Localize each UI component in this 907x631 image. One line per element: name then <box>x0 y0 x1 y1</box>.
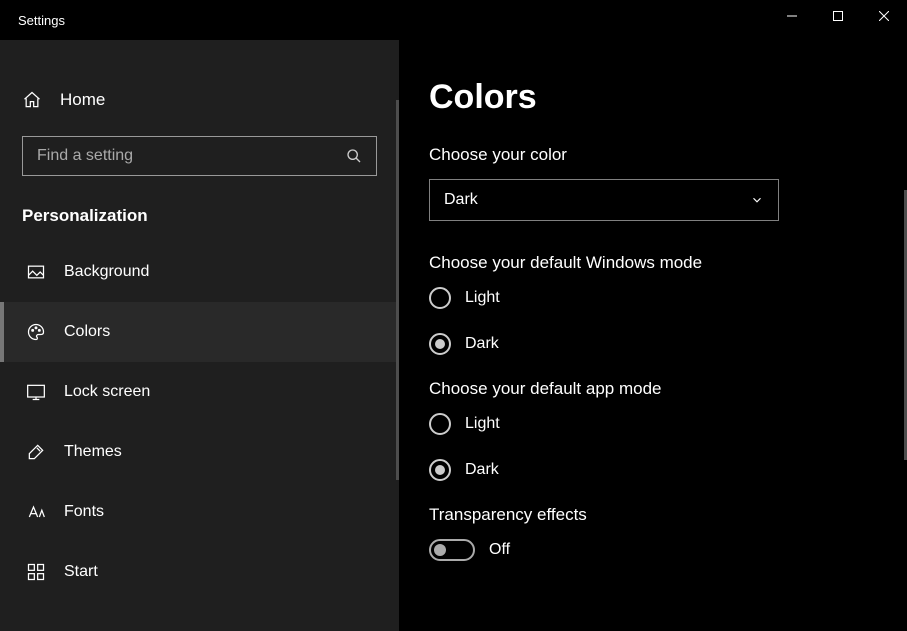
choose-color-label: Choose your color <box>429 145 877 165</box>
window-controls <box>769 0 907 32</box>
start-icon <box>26 562 46 582</box>
sidebar-item-background[interactable]: Background <box>0 242 399 302</box>
sidebar-item-themes[interactable]: Themes <box>0 422 399 482</box>
image-icon <box>26 262 46 282</box>
sidebar-item-fonts[interactable]: Fonts <box>0 482 399 542</box>
app-mode-label: Choose your default app mode <box>429 379 877 399</box>
maximize-button[interactable] <box>815 0 861 32</box>
sidebar-item-label: Colors <box>64 323 110 341</box>
sidebar-item-label: Themes <box>64 443 122 461</box>
radio-icon <box>429 333 451 355</box>
radio-icon <box>429 459 451 481</box>
sidebar-item-lock-screen[interactable]: Lock screen <box>0 362 399 422</box>
choose-color-value: Dark <box>444 191 478 209</box>
radio-label: Dark <box>465 461 499 479</box>
search-box[interactable] <box>22 136 377 176</box>
minimize-button[interactable] <box>769 0 815 32</box>
palette-icon <box>26 322 46 342</box>
close-icon <box>879 11 889 21</box>
transparency-value: Off <box>489 541 510 559</box>
windows-mode-dark[interactable]: Dark <box>429 333 877 355</box>
radio-label: Light <box>465 289 500 307</box>
transparency-toggle-row[interactable]: Off <box>429 539 877 561</box>
sidebar-category: Personalization <box>0 176 399 242</box>
home-icon <box>22 90 42 110</box>
sidebar-item-label: Lock screen <box>64 383 150 401</box>
page-title: Colors <box>429 78 877 117</box>
maximize-icon <box>833 11 843 21</box>
titlebar: Settings <box>0 0 907 40</box>
radio-icon <box>429 287 451 309</box>
chevron-down-icon <box>750 193 764 207</box>
content: Colors Choose your color Dark Choose you… <box>399 40 907 631</box>
choose-color-dropdown[interactable]: Dark <box>429 179 779 221</box>
windows-mode-light[interactable]: Light <box>429 287 877 309</box>
close-button[interactable] <box>861 0 907 32</box>
sidebar-nav: Background Colors Lock screen <box>0 242 399 631</box>
sidebar-home[interactable]: Home <box>0 78 399 122</box>
sidebar-item-label: Fonts <box>64 503 104 521</box>
sidebar: Home Personalization Background <box>0 40 399 631</box>
window-title: Settings <box>0 13 65 28</box>
radio-icon <box>429 413 451 435</box>
search-input[interactable] <box>37 147 346 165</box>
sidebar-item-label: Background <box>64 263 149 281</box>
transparency-label: Transparency effects <box>429 505 877 525</box>
app-mode-light[interactable]: Light <box>429 413 877 435</box>
themes-icon <box>26 442 46 462</box>
radio-label: Light <box>465 415 500 433</box>
search-icon <box>346 148 362 164</box>
fonts-icon <box>26 502 46 522</box>
sidebar-item-label: Start <box>64 563 98 581</box>
sidebar-home-label: Home <box>60 90 105 110</box>
sidebar-item-start[interactable]: Start <box>0 542 399 602</box>
toggle-off-icon <box>429 539 475 561</box>
radio-label: Dark <box>465 335 499 353</box>
lock-screen-icon <box>26 382 46 402</box>
sidebar-item-colors[interactable]: Colors <box>0 302 399 362</box>
app-mode-dark[interactable]: Dark <box>429 459 877 481</box>
windows-mode-label: Choose your default Windows mode <box>429 253 877 273</box>
minimize-icon <box>787 11 797 21</box>
